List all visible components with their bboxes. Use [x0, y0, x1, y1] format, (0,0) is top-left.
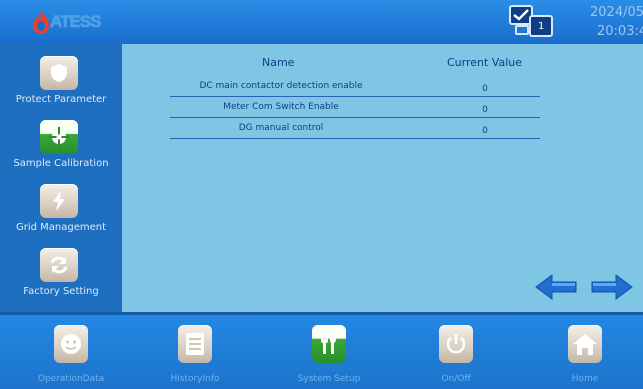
tools-icon	[321, 334, 336, 354]
header-bar: ATESS 1 2024/05/20 20:03:40	[0, 0, 643, 44]
sidebar-item-factory-setting[interactable]: Factory Setting	[0, 246, 122, 308]
table-row[interactable]: Meter Com Switch Enable 0	[170, 97, 540, 118]
parameter-panel: Name Current Value DC main contactor det…	[122, 44, 643, 312]
power-icon	[446, 334, 466, 354]
brand-name: ATESS	[50, 12, 101, 31]
crosshair-icon	[49, 127, 69, 147]
nav-home[interactable]: Home	[540, 323, 630, 387]
nav-history-info[interactable]: HistoryInfo	[150, 323, 240, 387]
face-icon	[61, 334, 81, 354]
nav-label: HistoryInfo	[170, 374, 220, 384]
column-header-current-value: Current Value	[447, 56, 523, 69]
communication-status-button[interactable]: 1	[508, 4, 556, 40]
prev-page-button[interactable]	[534, 272, 578, 302]
brand-logo: ATESS	[30, 8, 101, 36]
sample-calibration-button[interactable]	[40, 120, 78, 154]
history-info-button[interactable]	[178, 325, 212, 363]
sidebar-item-label: Sample Calibration	[13, 158, 109, 169]
nav-label: Home	[571, 374, 599, 384]
nav-system-setup[interactable]: System Setup	[284, 323, 374, 387]
table-row[interactable]: DG manual control 0	[170, 118, 540, 139]
document-icon	[186, 333, 204, 355]
next-page-button[interactable]	[590, 272, 634, 302]
sidebar-item-sample-calibration[interactable]: Sample Calibration	[0, 118, 122, 180]
sidebar-item-protect-parameter[interactable]: Protect Parameter	[0, 54, 122, 116]
on-off-button[interactable]	[439, 325, 473, 363]
column-header-name: Name	[262, 56, 295, 69]
flame-logo-icon	[33, 10, 49, 34]
parameter-name: DC main contactor detection enable	[199, 81, 363, 91]
system-setup-button[interactable]	[312, 325, 346, 363]
sidebar-item-label: Factory Setting	[23, 286, 99, 297]
parameter-name: DG manual control	[238, 123, 324, 133]
parameter-value[interactable]: 0	[478, 105, 492, 115]
sidebar-item-grid-management[interactable]: Grid Management	[0, 182, 122, 244]
nav-label: System Setup	[297, 374, 361, 384]
date-display: 2024/05/20	[590, 5, 643, 20]
nav-label: On/Off	[441, 374, 471, 384]
grid-management-button[interactable]	[40, 184, 78, 218]
arrow-right-icon	[591, 274, 633, 300]
parameter-value[interactable]: 0	[478, 84, 492, 94]
table-row[interactable]: DC main contactor detection enable 0	[170, 76, 540, 97]
parameter-value[interactable]: 0	[478, 126, 492, 136]
nav-label: OperationData	[37, 374, 105, 384]
connection-count-badge: 1	[538, 21, 545, 32]
sidebar-item-label: Grid Management	[15, 222, 107, 233]
protect-parameter-button[interactable]	[40, 56, 78, 90]
arrow-left-icon	[535, 274, 577, 300]
monitor-check-icon	[509, 5, 553, 37]
refresh-icon	[50, 256, 68, 274]
shield-icon	[51, 64, 67, 82]
home-button[interactable]	[568, 325, 602, 363]
sidebar-item-label: Protect Parameter	[15, 94, 107, 105]
bottom-nav-bar: OperationData HistoryInfo System Setup O…	[0, 312, 643, 389]
operation-data-button[interactable]	[54, 325, 88, 363]
factory-setting-button[interactable]	[40, 248, 78, 282]
nav-on-off[interactable]: On/Off	[411, 323, 501, 387]
parameter-name: Meter Com Switch Enable	[223, 102, 339, 112]
nav-operation-data[interactable]: OperationData	[26, 323, 116, 387]
settings-sidebar: Protect Parameter Sample Calibration Gri…	[0, 44, 122, 312]
lightning-icon	[53, 191, 65, 211]
home-icon	[573, 334, 597, 355]
time-display: 20:03:40	[597, 24, 643, 39]
